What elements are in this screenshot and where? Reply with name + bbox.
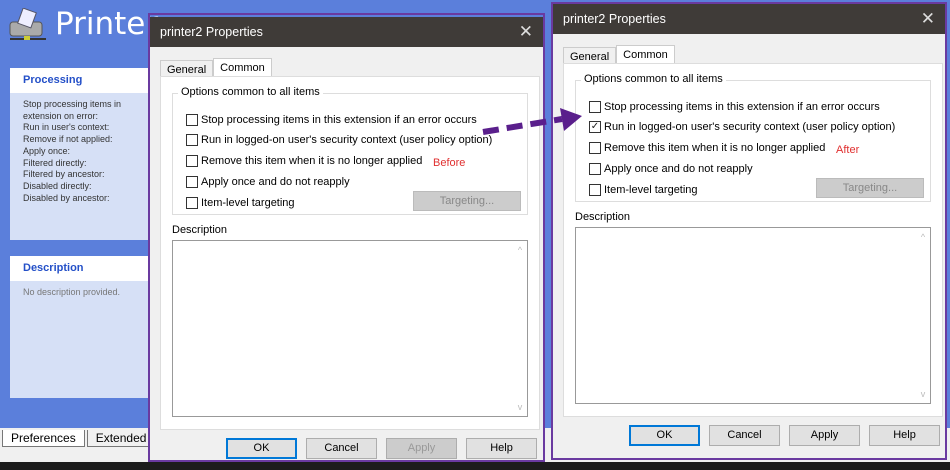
option-label: Stop processing items in this extension …	[201, 113, 477, 126]
processing-header: Processing	[10, 68, 160, 93]
description-panel: Description No description provided.	[10, 256, 160, 398]
arrow-before-to-after	[482, 108, 582, 135]
option-checkbox-row[interactable]: Stop processing items in this extension …	[186, 110, 492, 129]
option-label: Item-level targeting	[201, 196, 295, 209]
ok-button[interactable]: OK	[226, 438, 297, 459]
dialog-frame: printer2 Properties ✕ General Common Opt…	[148, 13, 545, 462]
option-label: Stop processing items in this extension …	[604, 100, 880, 113]
close-icon[interactable]: ✕	[519, 22, 533, 42]
dialog-title: printer2 Properties	[563, 12, 666, 26]
targeting-button[interactable]: Targeting...	[816, 178, 924, 198]
properties-dialog: printer2 Properties ✕ General Common Opt…	[553, 4, 945, 458]
description-header: Description	[10, 256, 160, 281]
option-label: Apply once and do not reapply	[604, 162, 753, 175]
tab-extended[interactable]: Extended	[86, 430, 156, 447]
dialog-frame: printer2 Properties ✕ General Common Opt…	[551, 2, 947, 460]
options-group: Options common to all items Stop process…	[172, 86, 528, 215]
checkbox-checked[interactable]: ✓	[589, 120, 601, 133]
close-icon[interactable]: ✕	[921, 9, 935, 29]
description-label: Description	[575, 211, 631, 223]
checkbox[interactable]	[186, 154, 198, 167]
description-label: Description	[172, 224, 228, 236]
processing-details: Stop processing items in extension on err…	[10, 93, 160, 210]
processing-line: Filtered by ancestor:	[23, 169, 105, 180]
option-checkbox-row[interactable]: Stop processing items in this extension …	[589, 97, 895, 116]
help-button[interactable]: Help	[869, 425, 940, 446]
help-button[interactable]: Help	[466, 438, 537, 459]
option-label: Run in logged-on user's security context…	[201, 133, 493, 146]
annotation-note: After	[836, 144, 860, 156]
apply-button[interactable]: Apply	[386, 438, 457, 459]
checkbox[interactable]	[589, 162, 601, 175]
common-tab-panel: Options common to all items Stop process…	[563, 63, 943, 417]
tab-preferences[interactable]: Preferences	[2, 430, 85, 447]
checkbox[interactable]	[186, 113, 198, 126]
option-checkbox-row[interactable]: Apply once and do not reapply	[589, 158, 895, 179]
option-checkbox-row[interactable]: ✓ Run in logged-on user's security contex…	[589, 116, 895, 137]
processing-line: Disabled directly:	[23, 180, 92, 191]
cancel-button[interactable]: Cancel	[306, 438, 377, 459]
options-group-label: Options common to all items	[581, 73, 726, 85]
targeting-button[interactable]: Targeting...	[413, 191, 521, 211]
option-label: Remove this item when it is no longer ap…	[604, 141, 826, 154]
option-checkbox-row[interactable]: Run in logged-on user's security context…	[186, 129, 492, 150]
description-textarea[interactable]: ^ v	[172, 240, 528, 417]
processing-line: Stop processing items in	[23, 99, 122, 109]
option-label: Remove this item when it is no longer ap…	[201, 154, 423, 167]
dialog-title: printer2 Properties	[160, 25, 263, 39]
checkbox[interactable]	[589, 183, 601, 196]
processing-line: Remove if not applied:	[23, 134, 113, 145]
processing-line: Run in user's context:	[23, 122, 110, 133]
processing-line: extension on error:	[23, 110, 99, 121]
app-title: Printer	[55, 6, 159, 42]
cancel-button[interactable]: Cancel	[709, 425, 780, 446]
properties-dialog: printer2 Properties ✕ General Common Opt…	[150, 17, 543, 460]
checkbox[interactable]	[589, 100, 601, 113]
checkbox[interactable]	[186, 196, 198, 209]
processing-line: Disabled by ancestor:	[23, 192, 110, 203]
taskbar	[0, 462, 950, 470]
printer-icon	[8, 7, 48, 42]
dialog-titlebar: printer2 Properties ✕	[150, 17, 543, 47]
option-label: Apply once and do not reapply	[201, 175, 350, 188]
scrollbar[interactable]: ^ v	[916, 228, 930, 403]
options-group-label: Options common to all items	[178, 86, 323, 98]
checkbox[interactable]	[186, 133, 198, 146]
option-label: Item-level targeting	[604, 183, 698, 196]
description-textarea[interactable]: ^ v	[575, 227, 931, 404]
annotation-note: Before	[433, 157, 466, 169]
option-checkbox-row[interactable]: Apply once and do not reapply	[186, 171, 492, 192]
dialog-titlebar: printer2 Properties ✕	[553, 4, 945, 34]
description-text: No description provided.	[23, 287, 121, 297]
ok-button[interactable]: OK	[629, 425, 700, 446]
scrollbar[interactable]: ^ v	[513, 241, 527, 416]
processing-line: Filtered directly:	[23, 157, 87, 168]
checkbox[interactable]	[186, 175, 198, 188]
processing-line: Apply once:	[23, 145, 71, 156]
option-label: Run in logged-on user's security context…	[604, 120, 896, 133]
processing-panel: Processing Stop processing items in exten…	[10, 68, 160, 240]
apply-button[interactable]: Apply	[789, 425, 860, 446]
options-group: Options common to all items Stop process…	[575, 73, 931, 202]
checkbox[interactable]	[589, 141, 601, 154]
